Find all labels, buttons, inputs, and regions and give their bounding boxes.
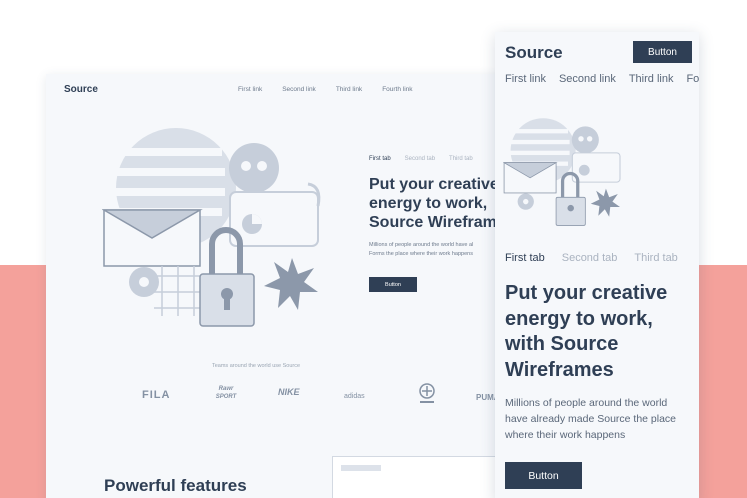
- mobile-nav-link-second[interactable]: Second link: [559, 73, 616, 85]
- hero-illustration: [102, 128, 321, 327]
- tab-first[interactable]: First tab: [369, 156, 391, 162]
- desktop-mockup: Source First link Second link Third link…: [46, 74, 566, 498]
- logo-adidas: adidas: [344, 393, 365, 400]
- emblem-logo-icon: [418, 383, 436, 412]
- envelope-icon: [102, 209, 203, 267]
- logo-rawr-sport: Rawr SPORT: [215, 386, 237, 400]
- brand-logo[interactable]: Source: [64, 84, 98, 95]
- mobile-mockup: Source Button First link Second link Thi…: [495, 32, 699, 498]
- desktop-nav: First link Second link Third link Fourth…: [238, 86, 413, 93]
- mobile-tab-third[interactable]: Third tab: [634, 252, 677, 264]
- mobile-header-button[interactable]: Button: [633, 41, 692, 63]
- mobile-hero-illustration: [503, 118, 621, 226]
- mobile-hero-description: Millions of people around the world have…: [505, 397, 677, 441]
- features-title: Powerful features: [104, 476, 247, 495]
- mobile-nav-link-fourth[interactable]: Fo: [686, 73, 699, 85]
- face-icon: [229, 143, 279, 193]
- target-icon: [129, 267, 159, 297]
- mobile-brand-logo[interactable]: Source: [505, 43, 563, 63]
- chat-bubble-icon: [229, 182, 321, 247]
- nav-link-second[interactable]: Second link: [282, 86, 316, 93]
- mobile-nav-link-first[interactable]: First link: [505, 73, 546, 85]
- brand-logos-row: FILA Rawr SPORT NIKE adidas PUMA: [138, 381, 518, 411]
- mobile-cta-button[interactable]: Button: [505, 462, 582, 489]
- logo-fila: FILA: [142, 389, 171, 401]
- starburst-icon: [264, 258, 318, 310]
- desktop-tabs: First tab Second tab Third tab: [369, 156, 473, 162]
- tab-second[interactable]: Second tab: [405, 156, 435, 162]
- feature-preview-card: [332, 456, 512, 498]
- mobile-nav-link-third[interactable]: Third link: [629, 73, 674, 85]
- grid-icon: [154, 266, 202, 316]
- teams-caption: Teams around the world use Source: [211, 363, 301, 369]
- preview-bar: [341, 465, 381, 471]
- mobile-hero-heading: Put your creative energy to work, with S…: [505, 282, 668, 381]
- tab-third[interactable]: Third tab: [449, 156, 473, 162]
- mobile-tab-first[interactable]: First tab: [505, 252, 545, 264]
- mobile-nav: First link Second link Third link Fo: [505, 73, 699, 85]
- mobile-tabs: First tab Second tab Third tab: [505, 252, 678, 264]
- mobile-tab-second[interactable]: Second tab: [562, 252, 618, 264]
- logo-nike: NIKE: [278, 387, 300, 397]
- nav-link-third[interactable]: Third link: [336, 86, 362, 93]
- nav-link-first[interactable]: First link: [238, 86, 262, 93]
- nav-link-fourth[interactable]: Fourth link: [382, 86, 412, 93]
- hero-cta-button[interactable]: Button: [369, 277, 417, 292]
